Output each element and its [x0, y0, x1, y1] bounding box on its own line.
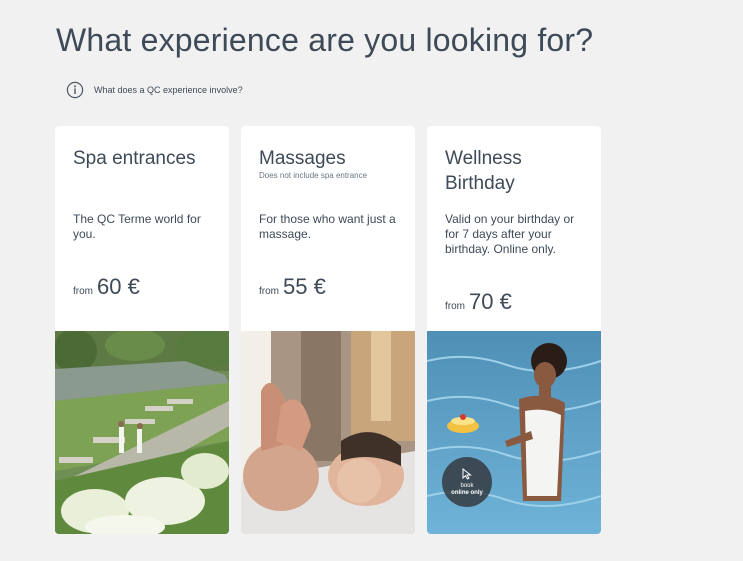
card-massages[interactable]: Massages Does not include spa entrance F… — [241, 126, 415, 534]
price-amount: 70 € — [469, 289, 512, 314]
pool-cake-photo: book online only — [427, 331, 601, 534]
cursor-pointer-icon — [462, 467, 472, 483]
price-amount: 60 € — [97, 274, 140, 299]
card-description: Valid on your birthday or for 7 days aft… — [445, 212, 575, 256]
info-icon — [66, 81, 84, 99]
badge-book-text: book — [460, 482, 474, 489]
page-title: What experience are you looking for? — [56, 22, 594, 58]
massage-photo — [241, 331, 415, 534]
book-online-badge[interactable]: book online only — [442, 457, 492, 507]
card-title: Wellness Birthday — [445, 148, 522, 194]
card-wellness-birthday[interactable]: Wellness Birthday Valid on your birthday… — [427, 126, 601, 534]
card-description: The QC Terme world for you. — [73, 212, 201, 241]
price-prefix: from — [73, 286, 93, 297]
card-note: Does not include spa entrance — [259, 171, 368, 180]
card-spa-entrances[interactable]: Spa entrances The QC Terme world for you… — [55, 126, 229, 534]
price-amount: 55 € — [283, 274, 326, 299]
card-title: Massages — [259, 148, 346, 169]
price-prefix: from — [445, 301, 465, 312]
spa-garden-photo — [55, 331, 229, 534]
card-price: from 70 € — [445, 289, 512, 315]
card-price: from 55 € — [259, 274, 326, 300]
card-title: Spa entrances — [73, 148, 196, 169]
badge-online-only-text: online only — [451, 489, 483, 496]
card-price: from 60 € — [73, 274, 140, 300]
info-link-text: What does a QC experience involve? — [94, 85, 243, 95]
experience-info-link[interactable]: What does a QC experience involve? — [66, 81, 243, 99]
price-prefix: from — [259, 286, 279, 297]
card-description: For those who want just a massage. — [259, 212, 396, 241]
